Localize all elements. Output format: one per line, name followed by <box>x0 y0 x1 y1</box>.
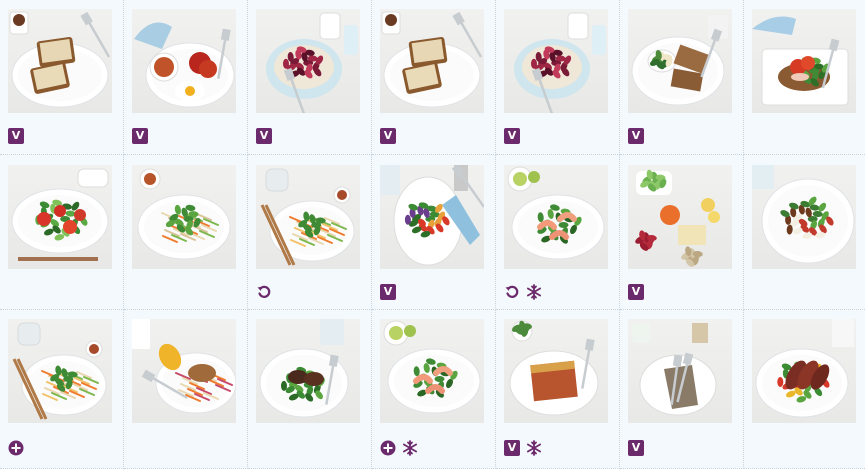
vegetarian-badge[interactable]: V <box>628 128 644 144</box>
meal-cell <box>248 310 372 469</box>
badge-row: V <box>380 128 396 144</box>
meal-photo <box>256 165 360 269</box>
meal-photo <box>752 319 856 423</box>
meal-thumbnail-beans-egg-tomato[interactable] <box>132 9 236 113</box>
meal-thumbnail-cutlery-napkin[interactable] <box>628 319 732 423</box>
meal-cell: V <box>248 0 372 155</box>
meal-grid: V V V V V V V V V V <box>0 0 865 469</box>
meal-thumbnail-slaw-bowl[interactable] <box>256 165 360 269</box>
vegetarian-badge[interactable]: V <box>628 440 644 456</box>
meal-thumbnail-tomato-salad[interactable] <box>8 165 112 269</box>
vegetarian-badge[interactable]: V <box>380 284 396 300</box>
meal-photo <box>132 165 236 269</box>
meal-photo <box>8 165 112 269</box>
vegetarian-badge[interactable]: V <box>256 128 272 144</box>
meal-thumbnail-prawn-snowpea-salad[interactable] <box>504 165 608 269</box>
plus-icon[interactable] <box>380 440 396 456</box>
meal-thumbnail-toast-with-tea[interactable] <box>8 9 112 113</box>
meal-thumbnail-sliced-beef-salad[interactable] <box>752 319 856 423</box>
badge-row <box>380 440 418 456</box>
meal-thumbnail-porridge-berries[interactable] <box>504 9 608 113</box>
meal-thumbnail-roast-veg-salad[interactable] <box>380 165 484 269</box>
meal-thumbnail-open-sandwich[interactable] <box>752 9 856 113</box>
meal-cell <box>124 155 248 310</box>
meal-photo <box>752 165 856 269</box>
badge-row: V <box>628 440 644 456</box>
meal-cell <box>372 310 496 469</box>
vegetarian-badge[interactable]: V <box>628 284 644 300</box>
meal-thumbnail-prawn-snowpea-salad[interactable] <box>380 319 484 423</box>
meal-photo <box>504 9 608 113</box>
meal-photo <box>380 319 484 423</box>
vegetarian-badge[interactable]: V <box>380 128 396 144</box>
meal-photo <box>380 9 484 113</box>
badge-row <box>504 284 542 300</box>
meal-thumbnail-porridge-berries[interactable] <box>256 9 360 113</box>
plus-icon[interactable] <box>8 440 24 456</box>
badge-row: V <box>504 440 542 456</box>
snowflake-icon[interactable] <box>402 440 418 456</box>
vegetarian-badge[interactable]: V <box>132 128 148 144</box>
meal-cell: V <box>620 310 744 469</box>
meal-photo <box>504 319 608 423</box>
meal-cell: V <box>496 310 620 469</box>
meal-cell: V <box>124 0 248 155</box>
meal-thumbnail-noodle-salad[interactable] <box>132 165 236 269</box>
meal-cell <box>0 155 124 310</box>
meal-cell <box>0 310 124 469</box>
meal-cell <box>248 155 372 310</box>
badge-row: V <box>628 128 644 144</box>
vegetarian-badge[interactable]: V <box>504 440 520 456</box>
meal-thumbnail-bean-salad[interactable] <box>752 165 856 269</box>
meal-thumbnail-slaw-bowl[interactable] <box>8 319 112 423</box>
meal-cell: V <box>372 0 496 155</box>
meal-thumbnail-lasagne[interactable] <box>504 319 608 423</box>
snowflake-icon[interactable] <box>526 284 542 300</box>
meal-thumbnail-toast-with-tea[interactable] <box>380 9 484 113</box>
meal-photo <box>132 319 236 423</box>
meal-thumbnail-corn-chicken[interactable] <box>132 319 236 423</box>
meal-photo <box>628 165 732 269</box>
badge-row: V <box>132 128 148 144</box>
meal-photo <box>256 319 360 423</box>
badge-row: V <box>628 284 644 300</box>
meal-cell <box>124 310 248 469</box>
badge-row: V <box>504 128 520 144</box>
badge-row: V <box>8 128 24 144</box>
meal-photo <box>256 9 360 113</box>
vegetarian-badge[interactable]: V <box>504 128 520 144</box>
meal-cell <box>744 155 865 310</box>
meal-photo <box>8 9 112 113</box>
badge-row <box>256 284 272 300</box>
meal-photo <box>752 9 856 113</box>
repeat-icon[interactable] <box>504 284 520 300</box>
badge-row <box>8 440 24 456</box>
snowflake-icon[interactable] <box>526 440 542 456</box>
meal-cell <box>496 155 620 310</box>
meal-photo <box>504 165 608 269</box>
meal-cell <box>744 0 865 155</box>
badge-row: V <box>380 284 396 300</box>
meal-photo <box>132 9 236 113</box>
meal-thumbnail-steak-greens[interactable] <box>256 319 360 423</box>
meal-photo <box>628 319 732 423</box>
meal-cell: V <box>0 0 124 155</box>
badge-row: V <box>256 128 272 144</box>
meal-thumbnail-snack-platter[interactable] <box>628 165 732 269</box>
meal-thumbnail-toast-spinach-salad[interactable] <box>628 9 732 113</box>
meal-cell: V <box>372 155 496 310</box>
repeat-icon[interactable] <box>256 284 272 300</box>
meal-cell: V <box>620 0 744 155</box>
meal-cell: V <box>620 155 744 310</box>
meal-photo <box>380 165 484 269</box>
meal-cell <box>744 310 865 469</box>
meal-photo <box>628 9 732 113</box>
vegetarian-badge[interactable]: V <box>8 128 24 144</box>
meal-cell: V <box>496 0 620 155</box>
meal-photo <box>8 319 112 423</box>
